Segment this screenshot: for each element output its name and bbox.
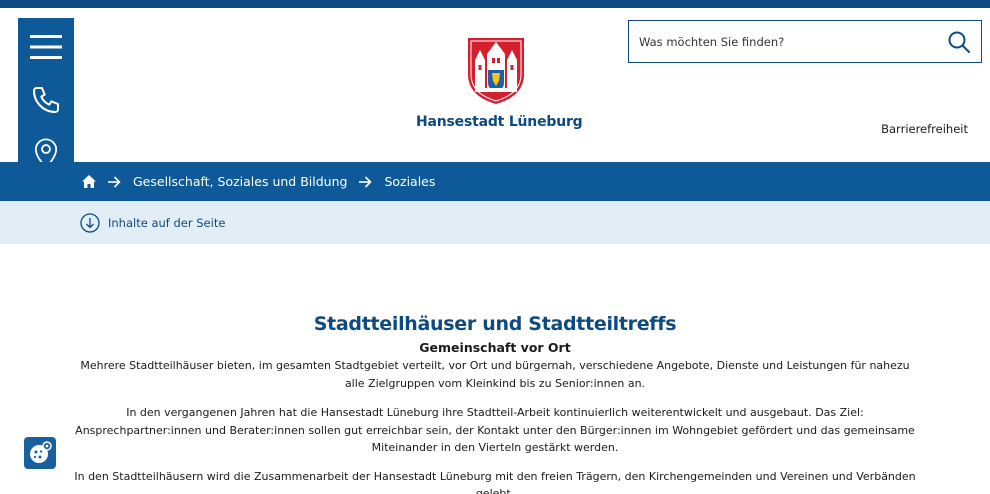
toc-toggle-button[interactable]: Inhalte auf der Seite (80, 212, 226, 233)
cookie-settings-button[interactable] (24, 437, 56, 469)
intro-paragraph: Mehrere Stadtteilhäuser bieten, im gesam… (80, 359, 910, 390)
accessibility-link[interactable]: Barrierefreiheit (881, 122, 968, 136)
search-input[interactable] (629, 21, 937, 62)
toc-label: Inhalte auf der Seite (108, 215, 226, 230)
breadcrumb-separator (359, 175, 373, 188)
arrow-down-circle-icon (80, 212, 100, 233)
body-paragraph: In den vergangenen Jahren hat die Hanses… (75, 406, 915, 454)
top-accent-bar (0, 0, 990, 8)
breadcrumb-item-soziales[interactable]: Soziales (384, 174, 435, 189)
city-crest-logo (468, 38, 524, 104)
table-of-contents-bar: Inhalte auf der Seite (0, 201, 990, 244)
search-button[interactable] (937, 21, 981, 62)
breadcrumb-separator (108, 175, 121, 188)
breadcrumb-home[interactable] (82, 175, 96, 188)
arrow-right-icon (108, 175, 121, 188)
phone-icon (33, 87, 59, 113)
search-icon (948, 31, 970, 53)
arrow-right-icon (359, 175, 373, 188)
page-subtitle: Gemeinschaft vor Ort (419, 340, 571, 355)
hamburger-menu-icon (30, 35, 62, 59)
breadcrumb-item-gesellschaft[interactable]: Gesellschaft, Soziales und Bildung (133, 174, 347, 189)
search-box (628, 20, 982, 63)
phone-button[interactable] (18, 75, 74, 125)
site-logo-link[interactable]: Hansestadt Lüneburg (416, 36, 583, 130)
cookie-settings-icon (30, 441, 52, 463)
menu-button[interactable] (18, 22, 74, 72)
home-icon (82, 175, 96, 188)
breadcrumb: Gesellschaft, Soziales und Bildung Sozia… (0, 162, 990, 201)
site-name: Hansestadt Lüneburg (416, 114, 583, 130)
body-paragraph: In den Stadtteilhäusern wird die Zusamme… (74, 469, 916, 494)
main-content: Stadtteilhäuser und Stadtteiltreffs Geme… (60, 312, 930, 494)
side-quick-nav (18, 18, 74, 178)
page-title: Stadtteilhäuser und Stadtteiltreffs (313, 313, 677, 335)
